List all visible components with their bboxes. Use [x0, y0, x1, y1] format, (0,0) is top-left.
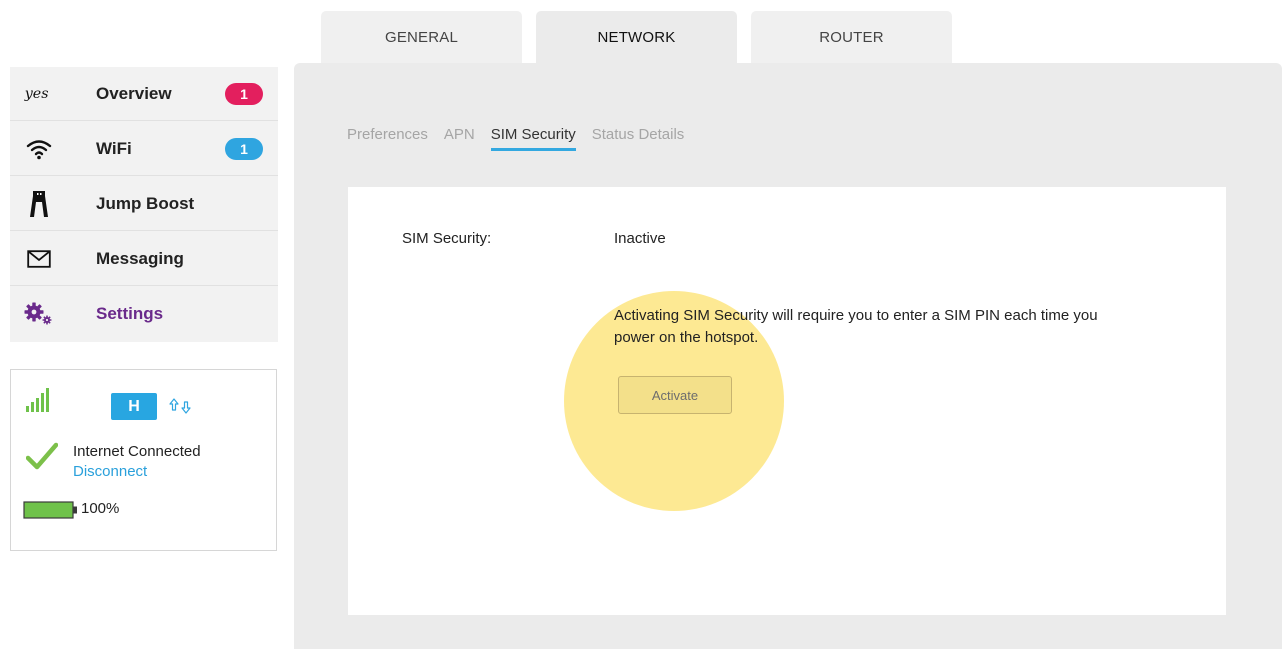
- sidebar-item-label: Overview: [96, 84, 172, 103]
- subtab-sim-security[interactable]: SIM Security: [490, 126, 576, 151]
- svg-text:yes: yes: [24, 86, 49, 102]
- connection-status-card: H Internet Connected Disconnect 100%: [10, 369, 277, 551]
- sidebar-item-messaging[interactable]: Messaging: [10, 232, 278, 286]
- sidebar-item-label: WiFi: [96, 139, 132, 158]
- tab-general[interactable]: GENERAL: [321, 11, 522, 63]
- sidebar-item-label: Settings: [96, 304, 164, 323]
- sub-tab-bar: Preferences APN SIM Security Status Deta…: [347, 126, 700, 151]
- sim-security-label: SIM Security:: [402, 230, 492, 247]
- tab-network-label: NETWORK: [597, 28, 676, 46]
- sidebar: yes Overview 1 WiFi 1 Jump Boost Messagi…: [10, 67, 278, 342]
- signal-bars-icon: [25, 387, 51, 418]
- sidebar-item-label: Messaging: [96, 249, 184, 268]
- sidebar-item-jump-boost[interactable]: Jump Boost: [10, 177, 278, 231]
- tab-router-label: ROUTER: [819, 28, 884, 46]
- jump-boost-icon: [24, 190, 54, 218]
- notification-badge: 1: [225, 138, 263, 160]
- notification-badge: 1: [225, 83, 263, 105]
- main-panel: Preferences APN SIM Security Status Deta…: [294, 63, 1282, 649]
- tab-router[interactable]: ROUTER: [751, 11, 952, 63]
- checkmark-icon: [25, 442, 59, 475]
- sidebar-item-settings[interactable]: Settings: [10, 287, 278, 341]
- wifi-icon: [24, 135, 54, 163]
- subtab-status-details[interactable]: Status Details: [592, 126, 685, 148]
- subtab-apn[interactable]: APN: [444, 126, 475, 148]
- yes-logo-icon: yes: [24, 80, 54, 108]
- sidebar-item-overview[interactable]: yes Overview 1: [10, 67, 278, 121]
- connection-status-text: Internet Connected: [73, 443, 201, 460]
- subtab-preferences[interactable]: Preferences: [347, 126, 428, 148]
- battery-icon: [23, 501, 79, 524]
- envelope-icon: [24, 245, 54, 273]
- up-down-arrows-icon: [169, 397, 191, 420]
- gear-icon: [24, 300, 54, 328]
- tab-general-label: GENERAL: [384, 28, 459, 46]
- activate-button[interactable]: Activate: [618, 376, 732, 414]
- sidebar-item-wifi[interactable]: WiFi 1: [10, 122, 278, 176]
- sidebar-item-label: Jump Boost: [96, 194, 195, 213]
- disconnect-link[interactable]: Disconnect: [73, 463, 147, 480]
- sim-security-status: Inactive: [614, 230, 666, 247]
- battery-percent: 100%: [81, 500, 120, 517]
- tab-network[interactable]: NETWORK: [536, 11, 737, 63]
- sim-security-description: Activating SIM Security will require you…: [614, 307, 1098, 346]
- sim-security-card: SIM Security: Inactive Activating SIM Se…: [348, 187, 1226, 615]
- network-type-badge: H: [111, 393, 157, 420]
